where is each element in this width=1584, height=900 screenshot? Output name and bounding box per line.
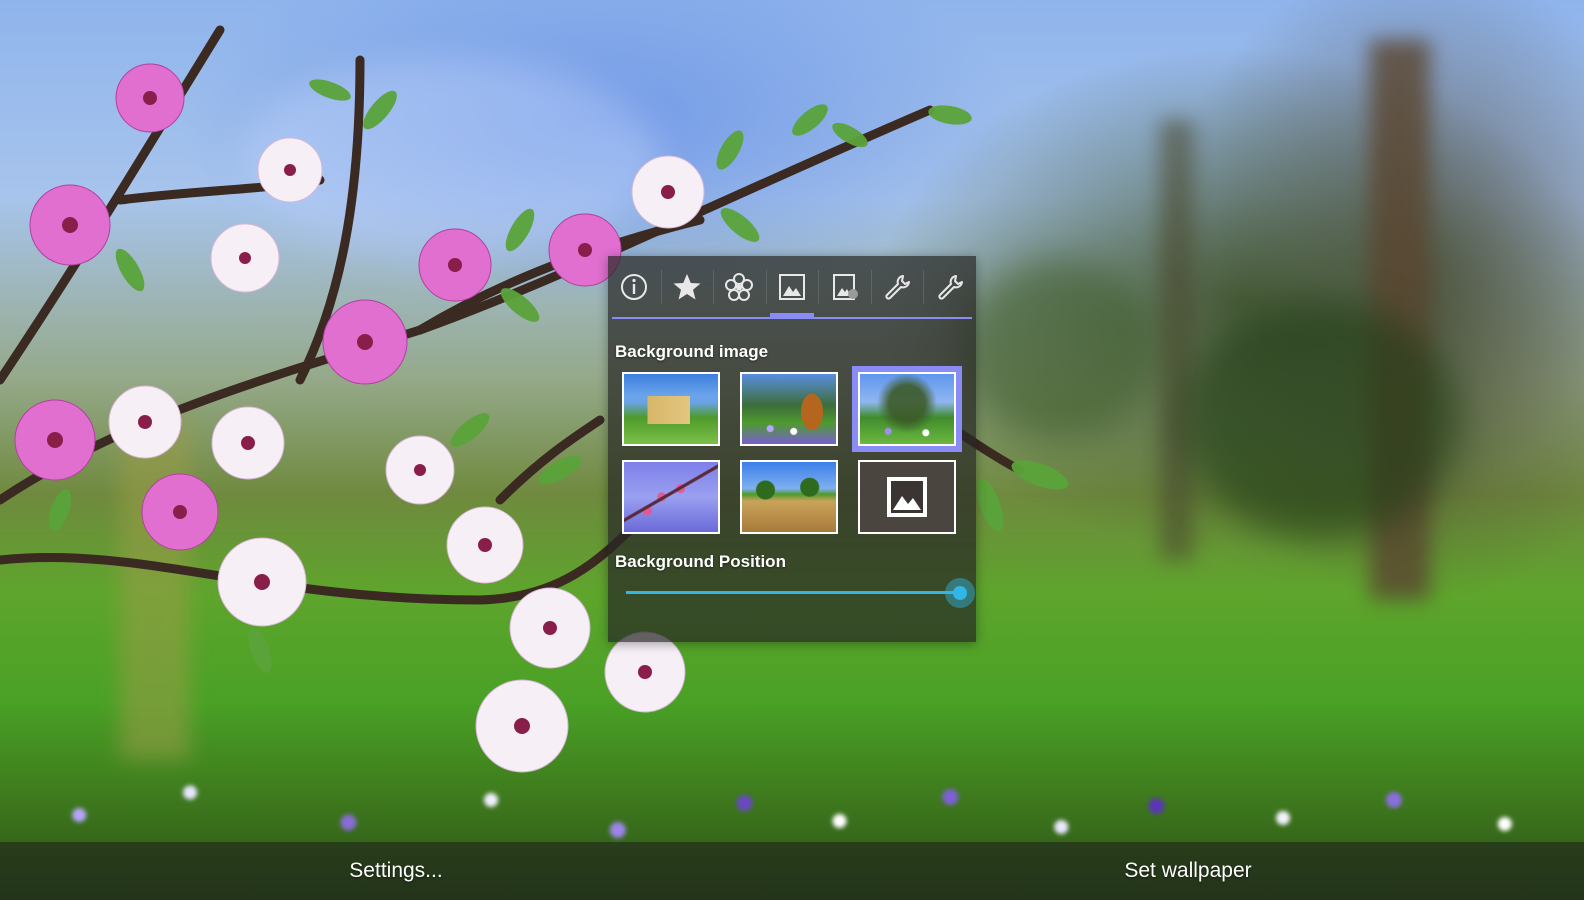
background-image-title: Background image — [615, 342, 769, 361]
background-thumb-custom-image[interactable] — [858, 460, 956, 534]
live-wallpaper-preview: Background image Background Position Set… — [0, 0, 1584, 900]
tab-settings-1[interactable] — [870, 256, 924, 318]
tab-underline — [612, 317, 972, 319]
bottom-action-bar: Settings... Set wallpaper — [0, 842, 1584, 900]
image-settings-icon — [832, 274, 858, 300]
settings-panel: Background image Background Position — [608, 256, 976, 642]
background-thumb-blossom-branch[interactable] — [622, 460, 720, 534]
background-tree-trunk — [120, 420, 190, 760]
tab-info[interactable] — [608, 256, 661, 318]
background-thumb-wheat-field[interactable] — [740, 460, 838, 534]
slider-thumb[interactable] — [945, 578, 975, 608]
background-position-title: Background Position — [615, 552, 786, 571]
star-icon — [673, 274, 701, 300]
background-position-slider[interactable] — [626, 578, 975, 608]
tab-background-image[interactable] — [765, 256, 819, 318]
tab-settings-2[interactable] — [923, 256, 976, 318]
settings-button[interactable]: Settings... — [0, 842, 792, 900]
background-foliage — [1180, 300, 1460, 540]
crocus-field — [0, 710, 1584, 860]
custom-image-icon — [887, 477, 927, 517]
flower-icon — [725, 273, 754, 301]
background-tree-trunk — [1160, 120, 1194, 560]
info-icon — [621, 274, 648, 300]
set-wallpaper-button[interactable]: Set wallpaper — [792, 842, 1584, 900]
slider-track — [626, 591, 960, 594]
background-sky-light — [240, 60, 660, 260]
background-image-grid — [622, 366, 962, 536]
background-foliage — [960, 260, 1160, 440]
background-thumb-tree-in-field[interactable] — [740, 372, 838, 446]
wrench-icon — [938, 275, 963, 300]
background-thumb-park-spring[interactable] — [852, 366, 962, 452]
background-thumb-castle[interactable] — [622, 372, 720, 446]
wrench-icon — [885, 275, 911, 300]
image-icon — [779, 274, 806, 300]
tab-favorites[interactable] — [660, 256, 714, 318]
settings-tab-bar — [608, 256, 976, 318]
tab-image-settings[interactable] — [818, 256, 871, 318]
tab-flowers[interactable] — [713, 256, 766, 318]
